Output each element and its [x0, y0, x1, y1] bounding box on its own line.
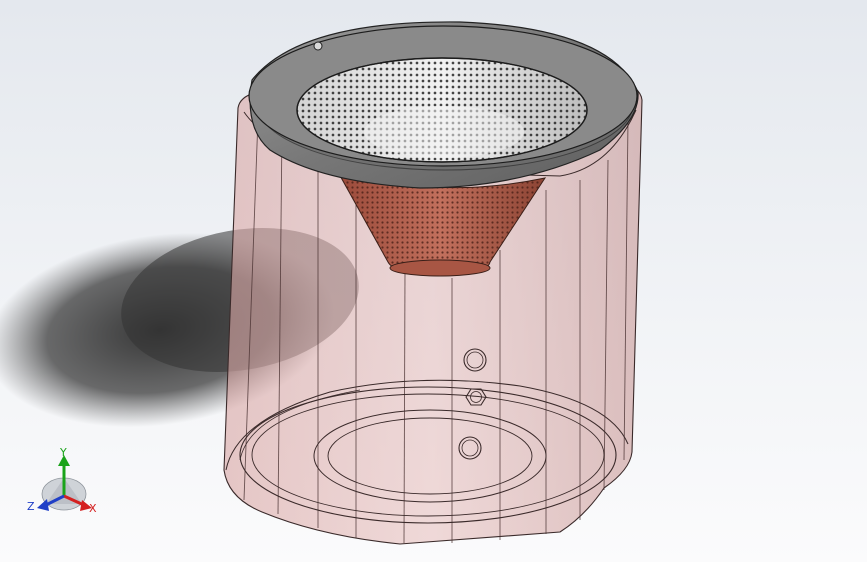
coordinate-triad: Y Z X [27, 446, 97, 515]
cad-viewport[interactable]: Y Z X [0, 0, 867, 562]
z-axis-arrowhead [37, 499, 49, 511]
z-axis-label: Z [27, 500, 35, 513]
flange-mount-hole[interactable] [313, 41, 323, 51]
model-canvas[interactable]: Y Z X [0, 0, 867, 562]
y-axis-label: Y [59, 446, 67, 459]
x-axis-label: X [89, 502, 97, 515]
